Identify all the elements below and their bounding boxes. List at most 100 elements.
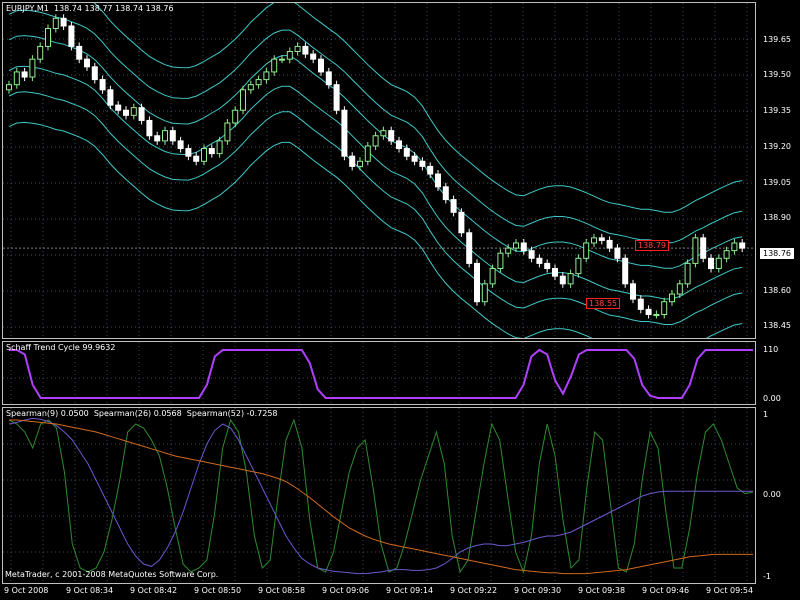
bullish-candle (37, 45, 44, 60)
bearish-candle (68, 25, 75, 47)
bearish-candle (466, 232, 473, 264)
bearish-candle (458, 211, 465, 234)
envelope-band (8, 121, 743, 338)
bullish-candle (372, 135, 379, 147)
bearish-candle (21, 71, 28, 78)
bearish-candle (559, 275, 566, 285)
price-level-label: 139.05 (763, 178, 791, 187)
bearish-candle (442, 186, 449, 201)
bearish-candle (310, 53, 317, 60)
bullish-candle (692, 237, 699, 264)
stc-level-label: 0.00 (763, 394, 781, 403)
bullish-candle (130, 107, 137, 116)
bearish-candle (411, 155, 418, 162)
bullish-candle (513, 242, 519, 249)
price-axis: 139.65 139.50 139.35 139.20 139.05 138.9… (757, 0, 800, 600)
bearish-candle (333, 84, 340, 111)
price-chart-canvas (3, 3, 755, 338)
price-level-label: 138.60 (763, 286, 791, 295)
bearish-candle (107, 89, 114, 106)
bullish-candle (567, 273, 574, 285)
bullish-candle (661, 301, 668, 315)
time-label: 9 Oct 09:54 (706, 586, 754, 595)
bullish-candle (669, 293, 675, 303)
bullish-candle (162, 130, 168, 142)
bullish-candle (591, 237, 597, 244)
bearish-candle (637, 298, 644, 310)
bullish-candle (364, 145, 371, 162)
price-chart-pane[interactable]: EURJPY,M1 138.74 138.77 138.74 138.76 (2, 2, 756, 339)
time-label: 9 Oct 09:30 (514, 586, 562, 595)
bearish-candle (318, 58, 324, 73)
bullish-candle (232, 109, 239, 124)
bearish-candle (552, 268, 558, 277)
price-level-label: 139.50 (763, 70, 791, 79)
bullish-candle (45, 28, 51, 47)
bearish-candle (325, 71, 332, 86)
spearman-title: Spearman(9) 0.0500 Spearman(26) 0.0568 S… (6, 409, 278, 418)
bullish-candle (6, 84, 12, 91)
bullish-candle (357, 160, 363, 167)
bearish-candle (84, 58, 90, 68)
bearish-candle (528, 250, 535, 259)
bearish-candle (403, 148, 410, 157)
bullish-candle (271, 58, 278, 73)
time-label: 9 Oct 09:46 (642, 586, 690, 595)
bullish-candle (263, 71, 270, 81)
bearish-candle (60, 17, 67, 27)
bullish-candle (497, 252, 504, 270)
low-price-tag: 138.55 (586, 298, 620, 309)
spearman-indicator-pane[interactable]: Spearman(9) 0.0500 Spearman(26) 0.0568 S… (2, 407, 756, 584)
bearish-candle (154, 135, 161, 142)
bullish-candle (224, 122, 231, 142)
current-price-marker: 138.76 (759, 247, 795, 260)
bearish-candle (606, 239, 613, 249)
bearish-candle (146, 119, 153, 137)
bearish-candle (435, 173, 441, 188)
envelope-band (8, 35, 743, 269)
bearish-candle (99, 79, 106, 91)
stc-chart-canvas (3, 342, 755, 404)
spearman-level-label: 0.00 (763, 490, 781, 499)
bullish-candle (731, 242, 738, 252)
bearish-candle (341, 109, 348, 157)
bearish-candle (450, 199, 457, 213)
bearish-candle (115, 104, 122, 111)
spearman-chart-canvas (3, 408, 755, 583)
bullish-candle (715, 257, 722, 270)
bullish-candle (13, 71, 20, 86)
bearish-candle (388, 130, 395, 142)
bearish-candle (645, 308, 652, 315)
price-level-label: 139.65 (763, 35, 791, 44)
time-axis: 9 Oct 2008 9 Oct 08:34 9 Oct 08:42 9 Oct… (0, 584, 800, 600)
copyright-text: MetaTrader, c 2001-2008 MetaQuotes Softw… (5, 570, 219, 579)
bearish-candle (419, 160, 426, 167)
time-label: 9 Oct 09:38 (578, 586, 626, 595)
bullish-candle (380, 130, 387, 137)
spearman-level-label: 1 (763, 410, 769, 419)
bearish-candle (302, 45, 309, 55)
bearish-candle (91, 66, 98, 81)
bullish-candle (201, 148, 207, 162)
time-label: 9 Oct 09:14 (386, 586, 434, 595)
time-label: 9 Oct 09:06 (322, 586, 370, 595)
time-label: 9 Oct 2008 (4, 586, 49, 595)
stc-level-label: 110 (763, 345, 779, 354)
price-chart-title: EURJPY,M1 138.74 138.77 138.74 138.76 (6, 4, 174, 13)
bullish-candle (279, 58, 285, 61)
spearman-26-line (8, 417, 753, 575)
bullish-candle (481, 283, 488, 303)
price-level-label: 139.35 (763, 106, 791, 115)
bearish-candle (536, 257, 543, 264)
bullish-candle (653, 313, 660, 316)
bullish-candle (240, 89, 246, 111)
bearish-candle (208, 148, 215, 155)
price-level-label: 139.20 (763, 142, 791, 151)
bearish-candle (474, 262, 480, 303)
bullish-candle (583, 242, 590, 259)
bearish-candle (708, 257, 714, 270)
bullish-candle (505, 247, 512, 254)
stc-indicator-pane[interactable]: Schaff Trend Cycle 99.9632 (2, 341, 756, 405)
bullish-candle (723, 250, 730, 259)
bearish-candle (123, 109, 129, 116)
